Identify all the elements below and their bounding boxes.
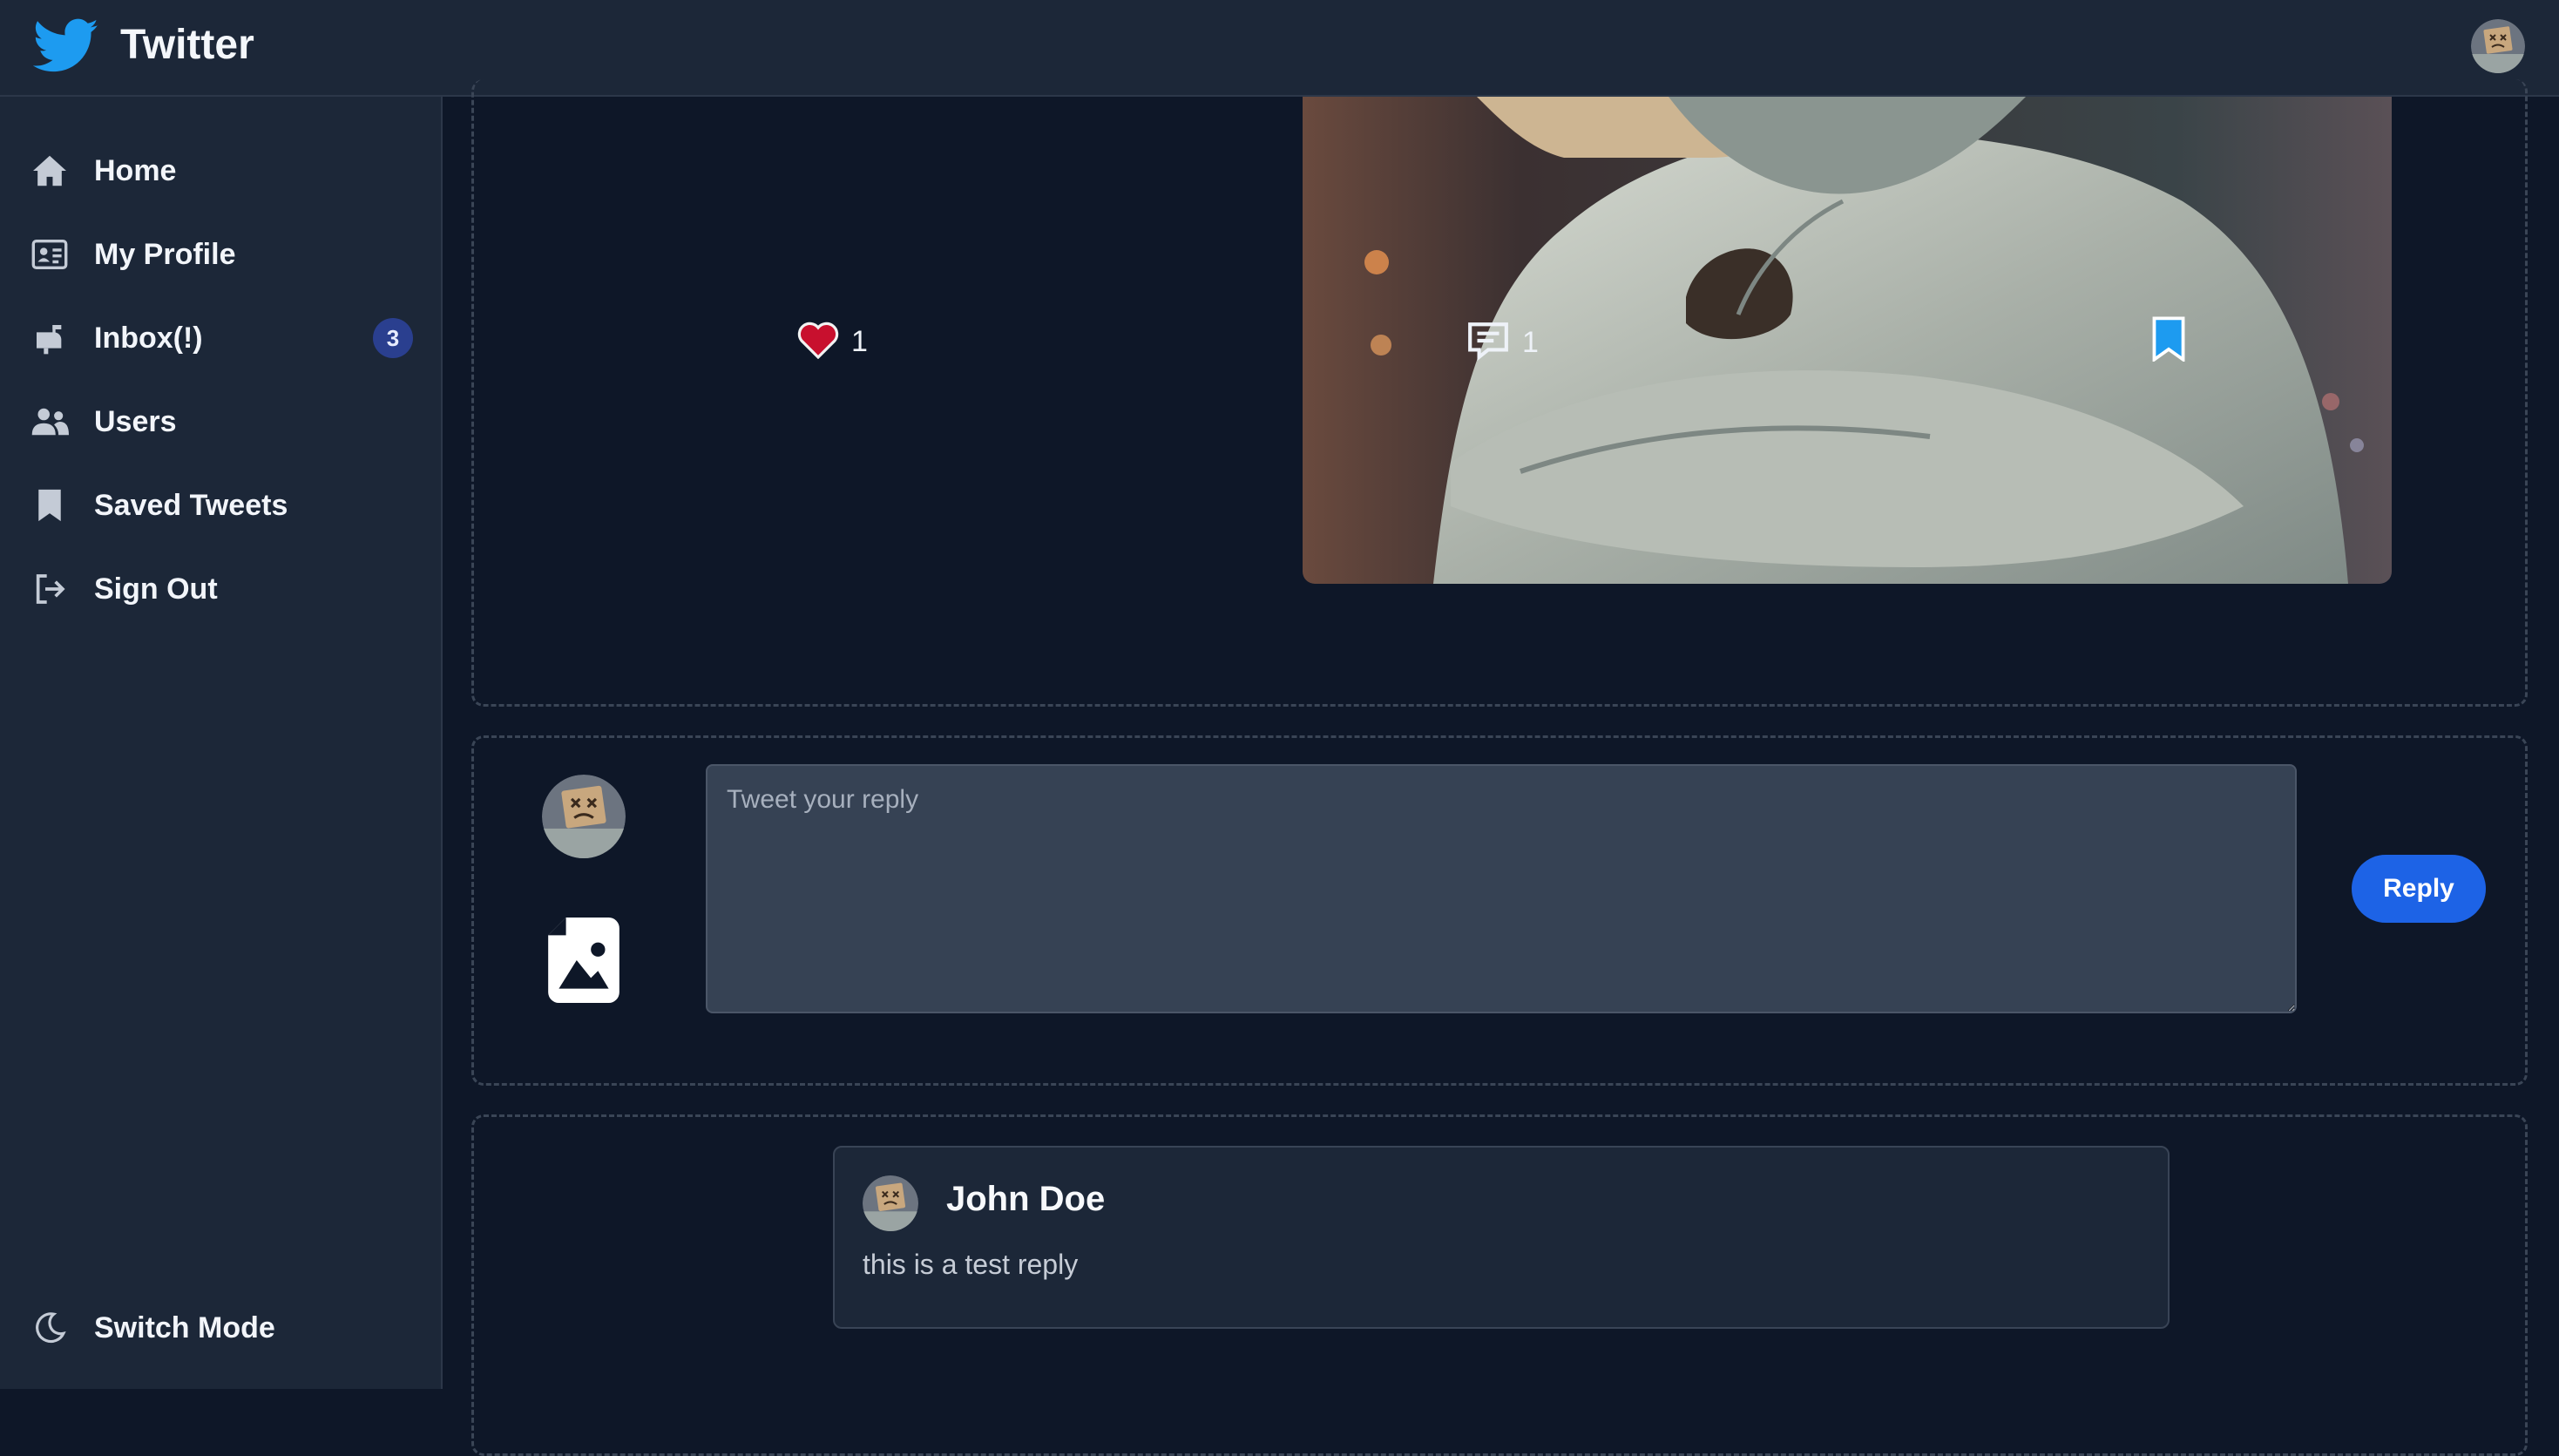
switch-mode-button[interactable]: Switch Mode	[30, 1297, 413, 1358]
sidebar: Home My Profile Inbox(!) 3 Users Saved T…	[0, 97, 443, 1389]
moon-icon	[30, 1308, 70, 1348]
sidebar-item-my-profile[interactable]: My Profile	[30, 224, 413, 285]
users-icon	[30, 402, 70, 442]
user-avatar[interactable]	[2471, 19, 2525, 73]
sidebar-item-label: Saved Tweets	[94, 488, 288, 522]
sidebar-item-users[interactable]: Users	[30, 391, 413, 452]
bookmark-icon	[2152, 316, 2185, 366]
id-card-icon	[30, 234, 70, 274]
composer-avatar	[542, 775, 626, 858]
home-icon	[30, 151, 70, 191]
comment-button[interactable]: 1	[1466, 321, 1539, 365]
app-title[interactable]: Twitter	[120, 19, 254, 71]
reply-author-name[interactable]: John Doe	[946, 1177, 1105, 1221]
sidebar-item-label: Home	[94, 153, 177, 187]
reply-author-avatar[interactable]	[863, 1175, 918, 1231]
sidebar-item-home[interactable]: Home	[30, 140, 413, 201]
switch-mode-label: Switch Mode	[94, 1310, 275, 1344]
like-button[interactable]: 1	[797, 321, 868, 363]
image-upload-icon[interactable]	[547, 918, 620, 1003]
comment-icon	[1466, 321, 1510, 365]
sidebar-item-sign-out[interactable]: Sign Out	[30, 559, 413, 620]
sidebar-item-label: Sign Out	[94, 572, 218, 606]
sidebar-item-saved-tweets[interactable]: Saved Tweets	[30, 475, 413, 536]
comment-count: 1	[1522, 326, 1539, 359]
twitter-logo-icon[interactable]	[33, 18, 99, 74]
sidebar-item-label: My Profile	[94, 237, 236, 271]
bookmark-icon	[30, 485, 70, 525]
sidebar-item-label: Users	[94, 404, 177, 438]
like-count: 1	[851, 325, 868, 358]
reply-input[interactable]	[706, 764, 2297, 1013]
sidebar-item-inbox[interactable]: Inbox(!) 3	[30, 308, 413, 369]
bookmark-button[interactable]	[2152, 316, 2185, 366]
heart-icon	[797, 321, 839, 363]
sign-out-icon	[30, 569, 70, 609]
inbox-count-badge: 3	[373, 318, 413, 358]
reply-text: this is a test reply	[863, 1249, 1079, 1280]
reply-item[interactable]: John Doe this is a test reply	[833, 1146, 2170, 1329]
sidebar-item-label: Inbox(!)	[94, 321, 203, 355]
mailbox-icon	[30, 318, 70, 358]
reply-button[interactable]: Reply	[2352, 855, 2486, 923]
